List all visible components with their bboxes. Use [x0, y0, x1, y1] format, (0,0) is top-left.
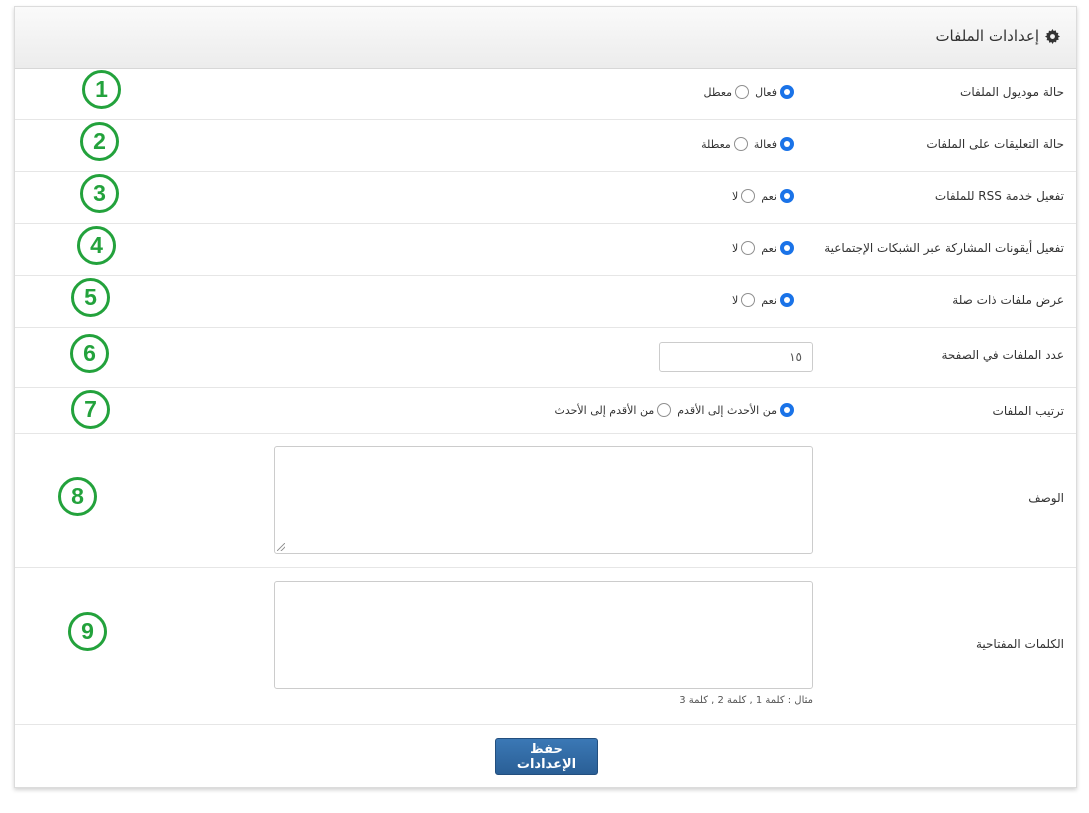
radio-label: نعم	[761, 241, 777, 255]
save-settings-button[interactable]: حفظ الإعدادات	[495, 738, 598, 775]
radio-button[interactable]	[741, 293, 756, 307]
radio-option-yes[interactable]: نعم	[761, 189, 794, 203]
annotation-marker: 2	[80, 122, 119, 161]
annotation-marker: 1	[82, 70, 121, 109]
radio-option-disabled[interactable]: معطلة	[701, 137, 748, 151]
keywords-textarea[interactable]	[274, 581, 813, 689]
radio-label: نعم	[761, 189, 777, 203]
radio-button[interactable]	[780, 85, 794, 99]
setting-label: حالة التعليقات على الملفات	[926, 137, 1064, 151]
annotation-marker: 7	[71, 390, 110, 429]
files-order-radios: من الأحدث إلى الأقدم من الأقدم إلى الأحد…	[548, 403, 794, 417]
setting-label: تفعيل خدمة RSS للملفات	[934, 189, 1064, 203]
radio-option-no[interactable]: لا	[732, 293, 756, 307]
radio-button[interactable]	[657, 403, 672, 417]
setting-row-social-share: تفعيل أيقونات المشاركة عبر الشبكات الإجت…	[15, 224, 1076, 276]
radio-label: لا	[732, 241, 739, 255]
radio-label: فعال	[755, 85, 777, 99]
social-share-radios: نعم لا	[726, 241, 794, 255]
setting-row-related-files: عرض ملفات ذات صلة نعم لا 5	[15, 276, 1076, 328]
setting-label: عرض ملفات ذات صلة	[952, 293, 1064, 307]
radio-option-enabled[interactable]: فعالة	[754, 137, 794, 151]
settings-panel: إعدادات الملفات حالة موديول الملفات فعال…	[14, 6, 1077, 788]
radio-option-oldest-first[interactable]: من الأقدم إلى الأحدث	[554, 403, 672, 417]
radio-label: لا	[732, 293, 739, 307]
radio-label: معطلة	[701, 137, 731, 151]
radio-button[interactable]	[780, 403, 794, 417]
setting-label: تفعيل أيقونات المشاركة عبر الشبكات الإجت…	[824, 241, 1064, 255]
setting-row-keywords: الكلمات المفتاحية مثال : كلمة 1 , كلمة 2…	[15, 568, 1076, 725]
setting-row-files-per-page: عدد الملفات في الصفحة 6	[15, 328, 1076, 388]
setting-label: ترتيب الملفات	[992, 404, 1064, 418]
radio-label: نعم	[761, 293, 777, 307]
description-textarea[interactable]	[274, 446, 813, 554]
keywords-help-text: مثال : كلمة 1 , كلمة 2 , كلمة 3	[679, 695, 813, 706]
annotation-marker: 8	[58, 477, 97, 516]
radio-label: فعالة	[753, 137, 777, 151]
radio-button[interactable]	[780, 189, 794, 203]
radio-button[interactable]	[733, 137, 748, 151]
annotation-marker: 4	[77, 226, 116, 265]
files-per-page-input[interactable]	[659, 342, 813, 372]
related-files-radios: نعم لا	[726, 293, 794, 307]
radio-button[interactable]	[780, 293, 794, 307]
radio-button[interactable]	[780, 137, 794, 151]
radio-option-yes[interactable]: نعم	[761, 293, 794, 307]
radio-label: لا	[732, 189, 739, 203]
annotation-marker: 3	[80, 174, 119, 213]
radio-option-disabled[interactable]: معطل	[704, 85, 750, 99]
setting-row-comments-status: حالة التعليقات على الملفات فعالة معطلة 2	[15, 120, 1076, 172]
gear-icon	[1045, 28, 1060, 44]
setting-label: حالة موديول الملفات	[960, 85, 1064, 99]
setting-label: عدد الملفات في الصفحة	[941, 348, 1064, 362]
radio-button[interactable]	[780, 241, 794, 255]
panel-heading: إعدادات الملفات	[15, 7, 1076, 69]
radio-label: معطل	[703, 85, 733, 99]
radio-option-yes[interactable]: نعم	[761, 241, 794, 255]
setting-row-module-status: حالة موديول الملفات فعال معطل 1	[15, 68, 1076, 120]
rss-radios: نعم لا	[726, 189, 794, 203]
panel-title: إعدادات الملفات	[935, 27, 1060, 45]
radio-option-no[interactable]: لا	[732, 241, 756, 255]
annotation-marker: 6	[70, 334, 109, 373]
setting-row-files-order: ترتيب الملفات من الأحدث إلى الأقدم من ال…	[15, 388, 1076, 434]
resize-grip-icon[interactable]	[277, 543, 285, 551]
radio-option-newest-first[interactable]: من الأحدث إلى الأقدم	[677, 403, 794, 417]
radio-button[interactable]	[741, 189, 756, 203]
radio-button[interactable]	[735, 85, 750, 99]
comments-status-radios: فعالة معطلة	[695, 137, 794, 151]
setting-row-rss: تفعيل خدمة RSS للملفات نعم لا 3	[15, 172, 1076, 224]
radio-option-no[interactable]: لا	[732, 189, 756, 203]
panel-title-text: إعدادات الملفات	[935, 27, 1039, 45]
radio-button[interactable]	[741, 241, 756, 255]
module-status-radios: فعال معطل	[698, 85, 794, 99]
radio-label: من الأحدث إلى الأقدم	[677, 403, 777, 417]
setting-label: الوصف	[1028, 491, 1064, 505]
radio-label: من الأقدم إلى الأحدث	[554, 403, 655, 417]
annotation-marker: 5	[71, 278, 110, 317]
radio-option-enabled[interactable]: فعال	[755, 85, 794, 99]
setting-label: الكلمات المفتاحية	[975, 637, 1064, 651]
annotation-marker: 9	[68, 612, 107, 651]
setting-row-description: الوصف 8	[15, 434, 1076, 568]
